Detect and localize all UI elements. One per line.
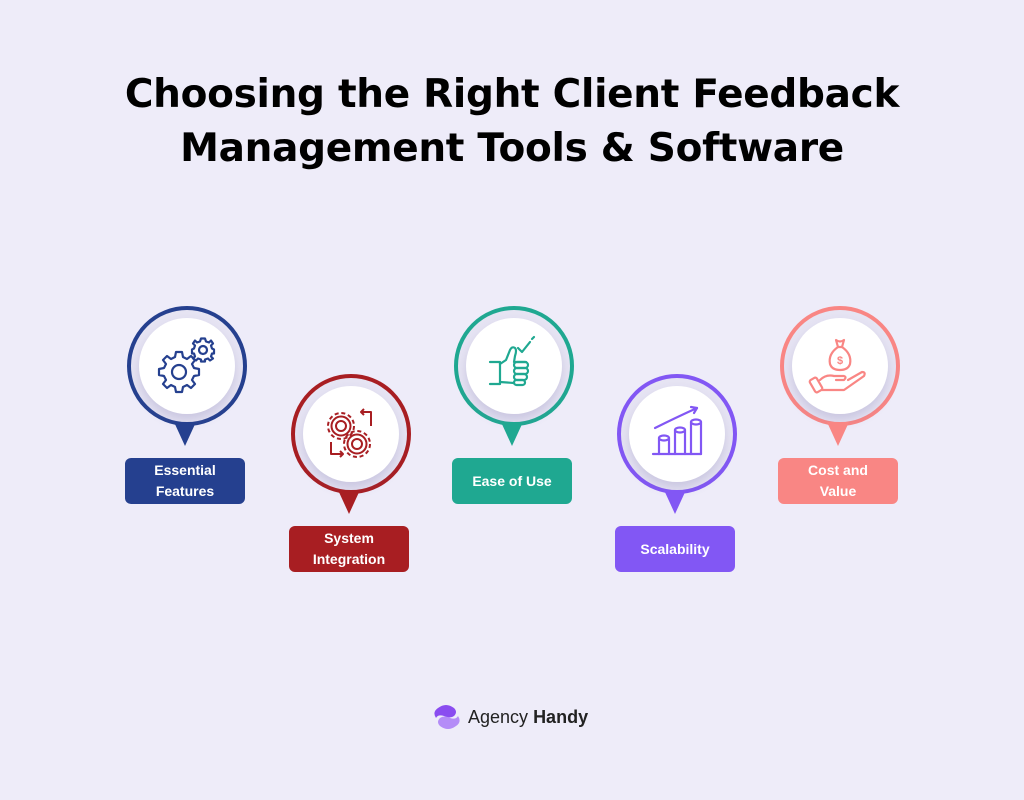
icon-circle (291, 374, 411, 494)
icon-circle (127, 306, 247, 426)
icon-circle (617, 374, 737, 494)
gears-sync-icon (327, 408, 372, 458)
title-line-1: Choosing the Right Client Feedback (124, 72, 900, 117)
pin-pointer (827, 422, 849, 446)
feature-label: System Integration (289, 526, 409, 572)
title-line-2: Management Tools & Software (180, 126, 844, 171)
pin-pointer (664, 490, 686, 514)
gears-icon (157, 337, 216, 394)
feature-label: Scalability (615, 526, 735, 572)
feature-label: Cost and Value (778, 458, 898, 504)
agency-handy-logo-icon (434, 705, 460, 729)
icon-circle: $ (780, 306, 900, 426)
thumbs-up-check-icon (488, 335, 536, 387)
brand-logo: Agency Handy (432, 704, 588, 730)
pin-pointer (174, 422, 196, 446)
feature-label: Essential Features (125, 458, 245, 504)
pin-pointer (338, 490, 360, 514)
money-hand-icon: $ (808, 338, 866, 394)
page-title: Choosing the Right Client Feedback Manag… (0, 68, 1024, 176)
icon-circle (454, 306, 574, 426)
svg-text:$: $ (837, 355, 843, 367)
pin-pointer (501, 422, 523, 446)
growth-chart-icon (651, 405, 703, 456)
brand-name: Agency Handy (468, 706, 589, 727)
feature-label: Ease of Use (452, 458, 572, 504)
